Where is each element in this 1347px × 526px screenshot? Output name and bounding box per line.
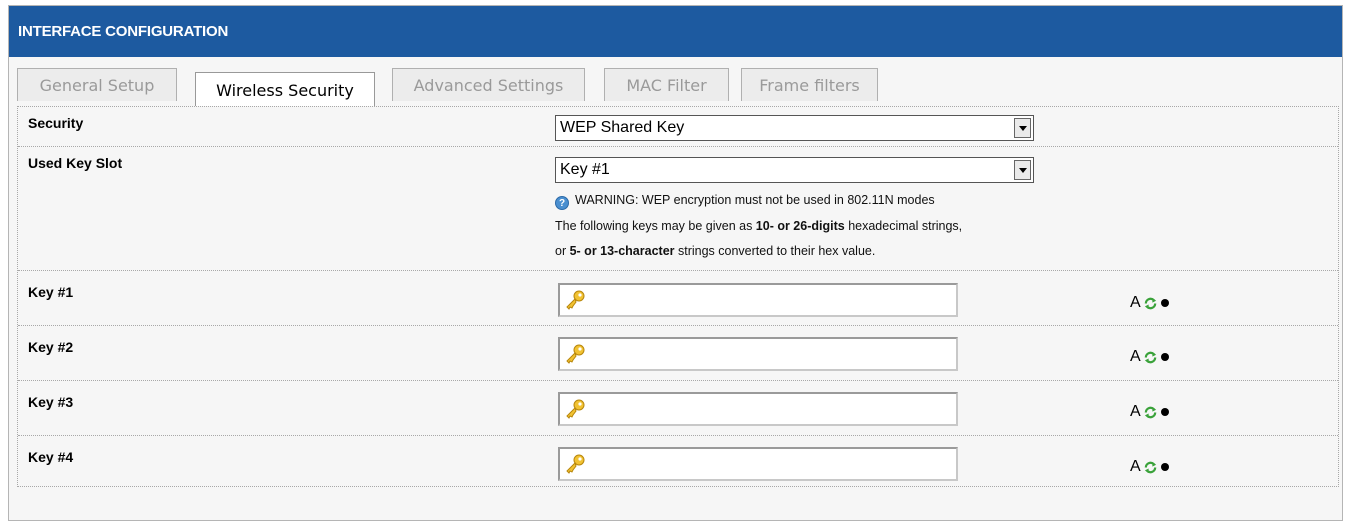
key-4-row: Key #4 A: [18, 436, 1338, 488]
security-select-value: WEP Shared Key: [560, 119, 685, 136]
key-slot-label: Used Key Slot: [28, 155, 123, 171]
key-3-label: Key #3: [28, 394, 74, 410]
key-slot-row: Used Key Slot Key #1 ? WARNING: WEP encry…: [18, 147, 1338, 271]
security-label: Security: [28, 115, 84, 131]
key-icon: [566, 454, 585, 474]
key-format-hint-1: The following keys may be given as 10- o…: [555, 219, 962, 233]
refresh-icon[interactable]: [1143, 460, 1158, 475]
chevron-down-icon[interactable]: [1014, 118, 1031, 138]
tab-wireless-security[interactable]: Wireless Security: [195, 72, 375, 107]
key-icon: [566, 344, 585, 364]
reveal-dot-icon[interactable]: [1161, 299, 1169, 307]
key-1-tools: A: [1130, 293, 1169, 313]
key-slot-select-value: Key #1: [560, 161, 610, 178]
key-1-label: Key #1: [28, 284, 74, 300]
tab-mac-filter[interactable]: MAC Filter: [604, 68, 729, 101]
text-mode-icon[interactable]: A: [1130, 403, 1142, 421]
key-icon: [566, 290, 585, 310]
tab-frame-filters[interactable]: Frame filters: [741, 68, 878, 101]
refresh-icon[interactable]: [1143, 350, 1158, 365]
text-mode-icon[interactable]: A: [1130, 348, 1142, 366]
hint-text: hexadecimal strings,: [844, 219, 963, 233]
key-icon: [566, 399, 585, 419]
key-3-input[interactable]: [558, 392, 958, 426]
hint-emphasis: 10- or 26-digits: [755, 219, 845, 233]
wep-warning: ? WARNING: WEP encryption must not be use…: [555, 193, 935, 210]
chevron-down-icon[interactable]: [1014, 160, 1031, 180]
reveal-dot-icon[interactable]: [1161, 463, 1169, 471]
key-1-input[interactable]: [558, 283, 958, 317]
text-mode-icon[interactable]: A: [1130, 458, 1142, 476]
security-row: Security WEP Shared Key: [18, 107, 1338, 147]
warning-text: WARNING: WEP encryption must not be used…: [575, 193, 935, 207]
key-2-tools: A: [1130, 347, 1169, 367]
tab-advanced-settings[interactable]: Advanced Settings: [392, 68, 585, 101]
text-mode-icon[interactable]: A: [1130, 294, 1142, 312]
security-select[interactable]: WEP Shared Key: [555, 115, 1034, 141]
panel-title: INTERFACE CONFIGURATION: [9, 6, 1342, 57]
reveal-dot-icon[interactable]: [1161, 408, 1169, 416]
tab-general-setup[interactable]: General Setup: [17, 68, 177, 101]
key-4-input[interactable]: [558, 447, 958, 481]
help-icon: ?: [555, 196, 569, 210]
refresh-icon[interactable]: [1143, 405, 1158, 420]
key-1-row: Key #1 A: [18, 271, 1338, 326]
key-2-row: Key #2 A: [18, 326, 1338, 381]
key-3-tools: A: [1130, 402, 1169, 422]
wireless-security-form: Security WEP Shared Key Used Key Slot Ke…: [17, 106, 1339, 487]
hint-text: or: [555, 244, 570, 258]
key-format-hint-2: or 5- or 13-character strings converted …: [555, 244, 875, 258]
key-2-label: Key #2: [28, 339, 74, 355]
key-2-input[interactable]: [558, 337, 958, 371]
hint-emphasis: 5- or 13-character: [569, 244, 675, 258]
hint-text: The following keys may be given as: [555, 219, 756, 233]
reveal-dot-icon[interactable]: [1161, 353, 1169, 361]
key-4-label: Key #4: [28, 449, 74, 465]
refresh-icon[interactable]: [1143, 296, 1158, 311]
key-4-tools: A: [1130, 457, 1169, 477]
key-slot-select[interactable]: Key #1: [555, 157, 1034, 183]
key-3-row: Key #3 A: [18, 381, 1338, 436]
hint-text: strings converted to their hex value.: [674, 244, 876, 258]
